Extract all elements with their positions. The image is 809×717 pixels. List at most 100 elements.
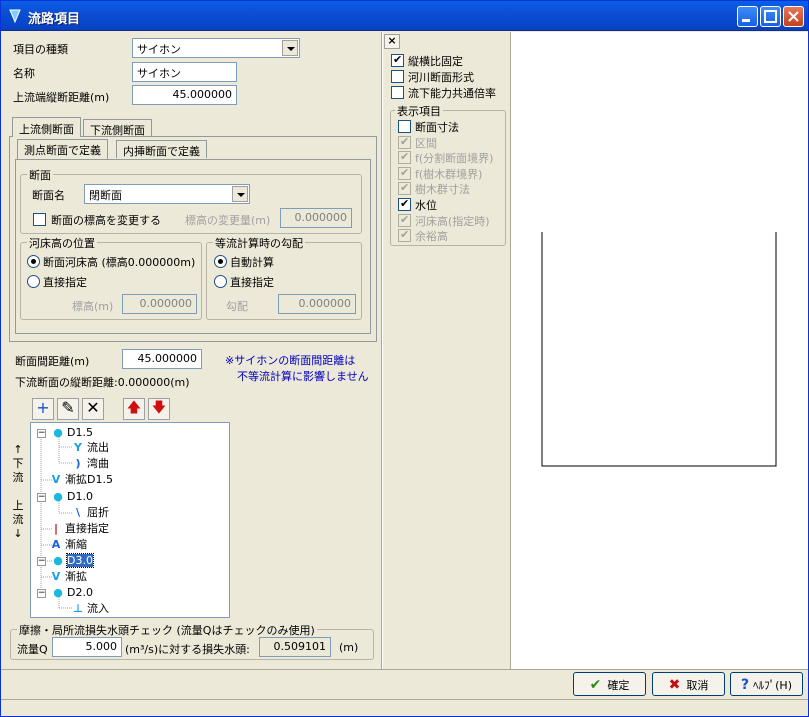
outflow-icon: Y (74, 441, 82, 454)
collapse-toggle-icon[interactable]: − (37, 557, 46, 566)
tree-item-label: 漸拡D1.5 (65, 473, 113, 486)
tree-item[interactable]: ⊥ 流入 (71, 601, 109, 617)
tree-item[interactable]: ● D3.0 (51, 553, 94, 569)
bed-elevation-field[interactable]: 0.000000 (122, 294, 197, 314)
node-icon: ● (53, 586, 63, 599)
slope-field[interactable]: 0.000000 (278, 294, 356, 314)
display-item-label: 水位 (415, 199, 437, 212)
help-button[interactable]: ? ﾍﾙﾌﾟ(H) (730, 672, 803, 696)
tab-upstream-section[interactable]: 上流側断面 (12, 117, 81, 137)
slope-direct-label: 直接指定 (230, 276, 274, 289)
structure-tree[interactable]: ● D1.5− Y 流出) 湾曲 V 漸拡D1.5 ● D1.0− \ 屈折 | 直接指定 A 漸縮 ● D3.… (30, 422, 230, 618)
upstream-distance-field[interactable]: 45.000000 (132, 85, 237, 105)
tree-item-label: 直接指定 (65, 522, 109, 535)
node-icon: ● (53, 426, 63, 439)
upstream-distance-label: 上流端縦断距離(m) (13, 91, 110, 104)
display-item-label: f(分割断面境界) (415, 152, 494, 166)
slope-auto-label: 自動計算 (230, 256, 274, 269)
tree-item[interactable]: A 漸縮 (49, 537, 87, 553)
refraction-icon: \ (75, 506, 81, 519)
display-item-checkbox[interactable] (398, 213, 411, 227)
minimize-button[interactable] (737, 6, 758, 27)
maximize-button[interactable] (760, 6, 781, 27)
display-item-label: 余裕高 (415, 230, 448, 244)
tree-item[interactable]: V 漸拡D1.5 (49, 472, 113, 488)
close-button[interactable] (783, 6, 804, 27)
side-spacer (11, 485, 25, 499)
tree-item[interactable]: V 漸拡 (49, 569, 87, 585)
cancel-button[interactable]: ✖ 取消 (652, 672, 725, 696)
bed-section-radio[interactable] (27, 255, 40, 268)
display-item-label: 河床高(指定時) (415, 214, 490, 228)
tree-item[interactable]: ) 湾曲 (71, 456, 109, 472)
display-item-checkbox[interactable] (398, 228, 411, 243)
move-down-icon[interactable]: 🡇 (148, 398, 170, 420)
elevation-change-field[interactable]: 0.000000 (280, 208, 352, 228)
name-field[interactable]: サイホン (132, 62, 237, 82)
question-icon: ? (741, 677, 750, 693)
flow-field[interactable]: 5.000 (52, 637, 122, 657)
elevation-change-label: 標高の変更量(m) (185, 214, 271, 227)
add-icon[interactable]: + (32, 398, 54, 420)
display-item-checkbox[interactable] (398, 135, 411, 149)
river-section-checkbox[interactable] (391, 70, 404, 83)
section-group-title: 断面 (27, 167, 53, 183)
move-up-icon[interactable]: 🡅 (123, 398, 145, 420)
subtab-interpolated-section[interactable]: 内挿断面で定義 (116, 140, 207, 158)
subtab-station-section[interactable]: 測点断面で定義 (17, 139, 108, 159)
collapse-toggle-icon[interactable]: − (37, 589, 46, 598)
tree-item-label: D1.5 (67, 426, 93, 439)
loss-unit-label: (m) (339, 641, 359, 654)
interval-label: 断面間距離(m) (15, 355, 90, 368)
slope-direct-radio[interactable] (214, 275, 227, 288)
node-icon: ● (53, 554, 63, 567)
tree-item-label: D2.0 (67, 586, 93, 599)
aspect-ratio-label: 縦横比固定 (408, 55, 463, 68)
bed-direct-radio[interactable] (27, 275, 40, 288)
status-bar (1, 699, 808, 716)
ok-button[interactable]: ✔ 確定 (573, 672, 646, 696)
display-item-checkbox[interactable] (398, 120, 411, 133)
collapse-toggle-icon[interactable]: − (37, 493, 46, 502)
name-label: 名称 (13, 67, 35, 80)
tree-item[interactable]: ● D1.0 (51, 489, 93, 505)
tree-item[interactable]: Y 流出 (71, 440, 109, 456)
collapse-toggle-icon[interactable]: − (37, 429, 46, 438)
slope-group-title: 等流計算時の勾配 (213, 235, 305, 251)
display-item-checkbox[interactable] (398, 181, 411, 196)
change-elevation-checkbox[interactable] (33, 213, 46, 226)
slope-label: 勾配 (226, 300, 248, 313)
flow-label: 流量Q (17, 643, 48, 656)
tree-item[interactable]: ● D1.5 (51, 425, 93, 441)
inflow-icon: ⊥ (72, 602, 84, 615)
bed-direct-label: 直接指定 (43, 276, 87, 289)
section-name-value: 閉断面 (89, 189, 122, 202)
tree-item-label: 湾曲 (87, 457, 109, 470)
siphon-note-line2: 不等流計算に影響しません (237, 370, 369, 383)
help-label: ﾍﾙﾌﾟ(H) (753, 679, 792, 692)
bend-icon: ) (75, 457, 81, 470)
display-item-checkbox[interactable] (398, 166, 411, 180)
tree-item[interactable]: ● D2.0 (51, 585, 93, 601)
side-text-2: 流 (12, 471, 24, 484)
common-ratio-checkbox[interactable] (391, 86, 404, 99)
check-icon: ✔ (589, 677, 602, 693)
section-preview-drawing (541, 232, 777, 467)
dialog-window: 流路項目 項目の種類 サイホン 名称 サイホン 上流端縦断距離(m) 45.00… (0, 0, 809, 717)
tree-item[interactable]: | 直接指定 (49, 521, 109, 537)
aspect-ratio-checkbox[interactable] (391, 53, 404, 67)
tab-downstream-section[interactable]: 下流側断面 (83, 119, 152, 137)
flow-direction-label: ↑ 下 流 上 流 ↓ (11, 443, 25, 541)
edit-icon[interactable]: ✎ (57, 398, 79, 420)
display-item-checkbox[interactable] (398, 150, 411, 165)
kind-select[interactable]: サイホン (132, 38, 300, 58)
section-name-select[interactable]: 閉断面 (84, 184, 250, 204)
tree-item-label: D3.0 (66, 553, 94, 568)
display-item-checkbox[interactable] (398, 197, 411, 211)
interval-field[interactable]: 45.000000 (122, 349, 202, 369)
tree-item[interactable]: \ 屈折 (71, 505, 109, 521)
close-pane-icon[interactable]: × (384, 34, 400, 49)
delete-icon[interactable]: ✕ (82, 398, 104, 420)
loss-value-field: 0.509101 (259, 637, 331, 657)
slope-auto-radio[interactable] (214, 255, 227, 268)
